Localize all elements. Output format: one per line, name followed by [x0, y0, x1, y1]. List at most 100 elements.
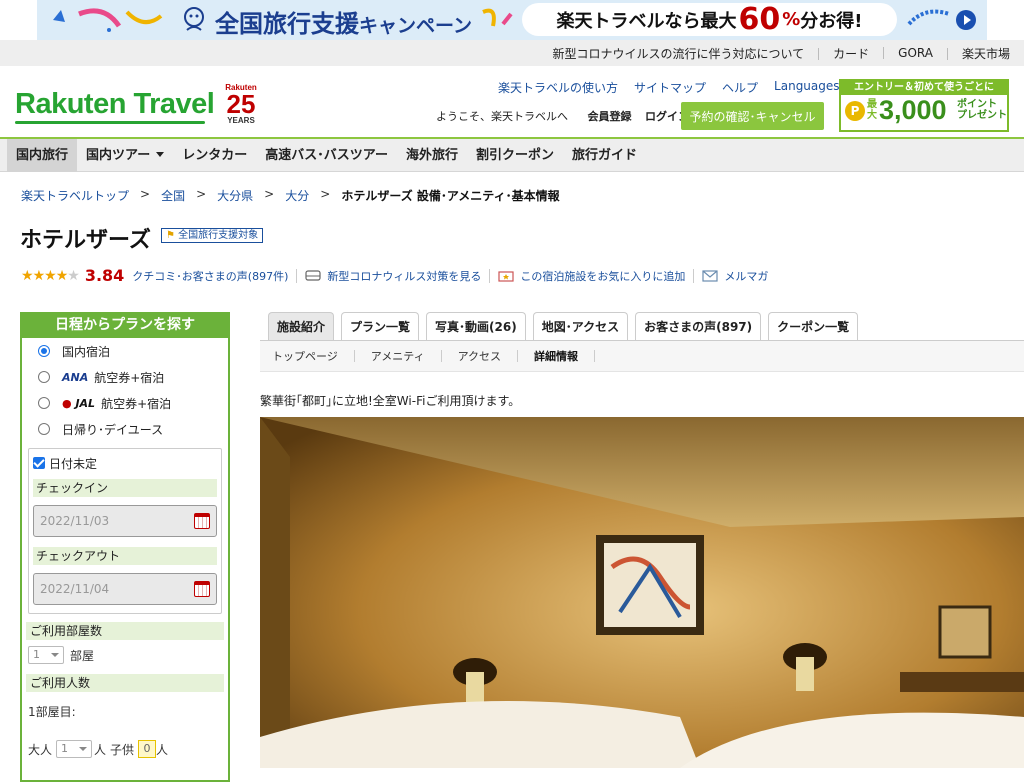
option-domestic-stay[interactable]: 国内宿泊 — [22, 338, 228, 364]
tab-photos[interactable]: 写真･動画(26) — [426, 312, 526, 340]
option-ana-package[interactable]: ANA 航空券+宿泊 — [22, 364, 228, 390]
tab-plans[interactable]: プラン一覧 — [341, 312, 420, 340]
adult-select[interactable]: 1 — [56, 740, 93, 758]
option-jal-package[interactable]: ● JAL 航空券+宿泊 — [22, 390, 228, 416]
tab-map[interactable]: 地図･アクセス — [532, 312, 629, 340]
calendar-icon[interactable] — [194, 513, 210, 529]
rooms-label: ご利用部屋数 — [26, 622, 224, 640]
subtab-details[interactable]: 詳細情報 — [534, 348, 594, 364]
promo-present: プレゼント — [957, 110, 1007, 121]
util-link-covid[interactable]: 新型コロナウイルスの流行に伴う対応について — [553, 45, 805, 62]
anniversary-25-logo: Rakuten 25 YEARS — [222, 83, 260, 127]
play-icon[interactable] — [956, 10, 976, 30]
promo-top-text: エントリー＆初めて使うごとに — [841, 81, 1007, 95]
discount-pill: 楽天トラベルなら最大 60 % 分お得! — [522, 2, 897, 37]
logo-underline — [15, 121, 205, 124]
checkout-input[interactable]: 2022/11/04 — [33, 573, 217, 605]
gnav-domestic-tour[interactable]: 国内ツアー — [77, 139, 173, 172]
link-help[interactable]: ヘルプ — [722, 79, 758, 96]
option-dayuse[interactable]: 日帰り･デイユース — [22, 416, 228, 442]
tab-facility[interactable]: 施設紹介 — [268, 312, 335, 340]
campaign-title: 全国旅行支援キャンペーン — [215, 4, 472, 39]
checkout-value: 2022/11/04 — [40, 582, 110, 596]
radio[interactable] — [38, 423, 50, 435]
adult-label: 大人 — [28, 742, 53, 757]
breadcrumb: 楽天トラベルトップ > 全国 > 大分県 > 大分 > ホテルザーズ 設備･アメ… — [21, 187, 560, 204]
breadcrumb-prefecture[interactable]: 大分県 — [217, 187, 253, 204]
rakuten-travel-logo[interactable]: Rakuten Travel — [15, 88, 215, 121]
newsletter-link[interactable]: メルマガ — [724, 268, 768, 284]
checkout-label: チェックアウト — [33, 547, 217, 565]
breadcrumb-top[interactable]: 楽天トラベルトップ — [21, 187, 129, 204]
streamer-decoration-right — [907, 9, 950, 26]
star-rating: ★★★★★ — [21, 267, 80, 284]
campaign-title-sub: キャンペーン — [359, 16, 473, 37]
tab-coupons[interactable]: クーポン一覧 — [768, 312, 859, 340]
plan-search-sidebar: 日程からプランを探す 国内宿泊 ANA 航空券+宿泊 ● JAL 航空券+宿泊 日帰… — [20, 312, 230, 782]
gnav-guide[interactable]: 旅行ガイド — [563, 139, 646, 172]
divider — [296, 268, 298, 283]
promo-amount: 3,000 — [879, 95, 947, 125]
rating-row: ★★★★★ 3.84 クチコミ･お客さまの声(897件) 新型コロナウィルス対策… — [21, 266, 768, 285]
checkin-input[interactable]: 2022/11/03 — [33, 505, 217, 537]
gnav-coupon[interactable]: 割引クーポン — [467, 139, 563, 172]
chevron-down-icon — [156, 151, 165, 157]
welcome-text: ようこそ、楽天トラベルへ — [436, 110, 568, 123]
jal-logo-icon: ● JAL — [62, 397, 95, 410]
option-label: 航空券+宿泊 — [101, 396, 172, 411]
gnav-domestic-tour-label: 国内ツアー — [86, 147, 151, 163]
gnav-rentacar[interactable]: レンタカー — [173, 139, 256, 172]
covid-measures-link[interactable]: 新型コロナウィルス対策を見る — [327, 268, 481, 284]
pill-prefix: 楽天トラベルなら最大 — [556, 10, 737, 32]
radio[interactable] — [38, 371, 50, 383]
campaign-banner[interactable]: 全国旅行支援キャンペーン 楽天トラベルなら最大 60 % 分お得! — [37, 0, 987, 40]
child-label: 子供 — [110, 742, 135, 757]
promo-point: ポイント — [957, 99, 997, 110]
site-header: Rakuten Travel Rakuten 25 YEARS 楽天トラベルの使… — [0, 66, 1024, 139]
util-link-ichiba[interactable]: 楽天市場 — [947, 45, 1010, 62]
add-favorite-link[interactable]: この宿泊施設をお気に入りに追加 — [520, 268, 685, 284]
star-icon: ★ — [44, 267, 57, 284]
child-input[interactable]: 0 — [138, 740, 157, 758]
pill-percent: 60 — [738, 2, 781, 37]
date-undecided-checkbox[interactable]: 日付未定 — [33, 453, 217, 473]
util-link-gora[interactable]: GORA — [883, 46, 933, 60]
header-links: 楽天トラベルの使い方 サイトマップ ヘルプ Languages — [498, 79, 869, 96]
favorite-icon — [498, 270, 514, 282]
point-promo-banner[interactable]: エントリー＆初めて使うごとに P 最大 3,000 ポイント プレゼント — [839, 79, 1009, 132]
subtab-access[interactable]: アクセス — [458, 348, 517, 364]
register-link[interactable]: 会員登録 — [588, 110, 632, 123]
reservation-check-button[interactable]: 予約の確認･キャンセル — [681, 102, 824, 130]
rooms-row: 1 部屋 — [22, 644, 228, 666]
subtab-amenity[interactable]: アメニティ — [371, 348, 441, 364]
pill-percent-sign: % — [782, 9, 801, 30]
divider — [353, 350, 355, 362]
link-howto[interactable]: 楽天トラベルの使い方 — [498, 79, 618, 96]
breadcrumb-all[interactable]: 全国 — [161, 187, 185, 204]
promo-max: 最大 — [867, 99, 877, 121]
rooms-unit: 部屋 — [70, 648, 95, 663]
breadcrumb-city[interactable]: 大分 — [285, 187, 309, 204]
gnav-bus[interactable]: 高速バス･バスツアー — [256, 139, 397, 172]
pill-suffix: 分お得! — [800, 10, 863, 32]
gnav-domestic[interactable]: 国内旅行 — [7, 138, 78, 172]
checkbox-checked[interactable] — [33, 457, 45, 469]
ana-logo-icon: ANA — [62, 370, 89, 384]
reviews-link[interactable]: クチコミ･お客さまの声(897件) — [132, 268, 288, 284]
breadcrumb-sep: > — [140, 187, 151, 201]
gnav-overseas[interactable]: 海外旅行 — [397, 139, 467, 172]
star-empty-icon: ★ — [67, 267, 80, 284]
rooms-select[interactable]: 1 — [28, 646, 64, 664]
tab-reviews[interactable]: お客さまの声(897) — [635, 312, 762, 340]
divider — [517, 350, 519, 362]
radio[interactable] — [38, 397, 50, 409]
subtab-top[interactable]: トップページ — [272, 348, 354, 364]
guests-label: ご利用人数 — [26, 674, 224, 692]
util-link-card[interactable]: カード — [818, 45, 869, 62]
point-coin-icon: P — [845, 101, 865, 121]
calendar-icon[interactable] — [194, 581, 210, 597]
link-sitemap[interactable]: サイトマップ — [634, 79, 706, 96]
sidebar-header: 日程からプランを探す — [22, 312, 228, 338]
badge-label: 全国旅行支援対象 — [178, 230, 259, 241]
radio-selected[interactable] — [38, 345, 50, 357]
